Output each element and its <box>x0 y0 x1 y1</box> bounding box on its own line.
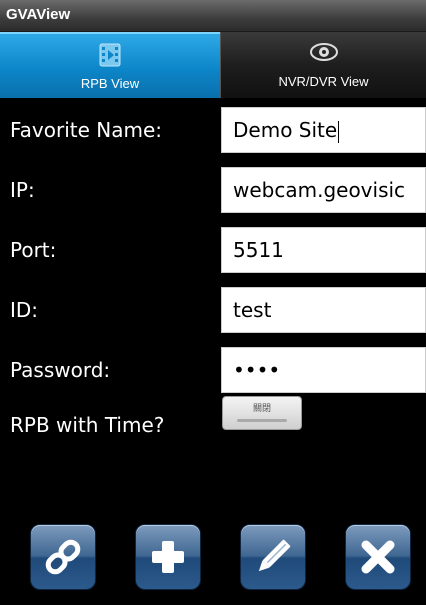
plus-icon <box>152 541 184 573</box>
password-value: •••• <box>233 358 281 382</box>
ip-value: webcam.geovisic <box>233 178 406 202</box>
tab-rpb-view[interactable]: RPB View <box>0 32 220 98</box>
id-value: test <box>233 298 272 322</box>
rpb-with-time-toggle[interactable]: 關閉 <box>222 396 302 430</box>
eye-icon <box>309 40 339 68</box>
tab-nvr-dvr-view-label: NVR/DVR View <box>278 74 369 89</box>
connect-button[interactable] <box>31 525 95 589</box>
port-row: Port: 5511 <box>0 227 426 273</box>
port-value: 5511 <box>233 238 284 262</box>
toggle-state-text: 關閉 <box>252 404 271 414</box>
password-label: Password: <box>10 358 111 382</box>
favorite-name-row: Favorite Name: Demo Site <box>0 107 426 153</box>
ip-row: IP: webcam.geovisic <box>0 167 426 213</box>
tab-rpb-view-label: RPB View <box>80 76 140 91</box>
text-cursor <box>338 120 340 143</box>
delete-button[interactable] <box>346 525 410 589</box>
tab-bar: RPB View NVR/DVR View <box>0 32 426 98</box>
toggle-indicator-bar <box>237 419 287 422</box>
id-input[interactable]: test <box>221 287 426 333</box>
close-icon <box>361 540 395 574</box>
id-row: ID: test <box>0 287 426 333</box>
port-label: Port: <box>10 238 57 262</box>
rpb-with-time-row: RPB with Time? <box>0 410 426 440</box>
film-icon <box>98 42 122 72</box>
port-input[interactable]: 5511 <box>221 227 426 273</box>
password-input[interactable]: •••• <box>221 347 426 393</box>
ip-label: IP: <box>10 178 35 202</box>
edit-button[interactable] <box>241 525 305 589</box>
id-label: ID: <box>10 298 39 322</box>
pencil-icon <box>258 539 291 572</box>
favorite-name-input[interactable]: Demo Site <box>221 107 426 153</box>
favorite-name-value: Demo Site <box>233 118 338 142</box>
favorite-name-label: Favorite Name: <box>10 118 163 142</box>
password-row: Password: •••• <box>0 347 426 393</box>
app-title: GVAView <box>6 6 71 23</box>
link-icon <box>45 539 81 575</box>
rpb-with-time-label: RPB with Time? <box>10 413 165 437</box>
tab-nvr-dvr-view[interactable]: NVR/DVR View <box>220 32 426 98</box>
add-button[interactable] <box>136 525 200 589</box>
title-bar: GVAView <box>0 0 426 32</box>
ip-input[interactable]: webcam.geovisic <box>221 167 426 213</box>
